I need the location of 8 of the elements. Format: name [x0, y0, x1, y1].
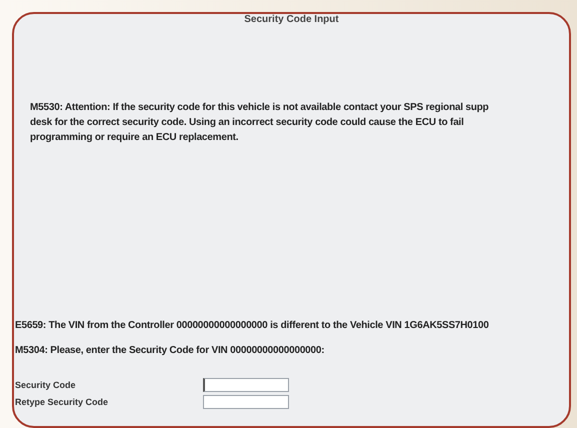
message-text: M5304: Please, enter the Security Code for VIN 00000000000000000:	[15, 344, 326, 358]
input-field[interactable]	[203, 395, 289, 409]
field-label: Security Code	[15, 380, 77, 390]
window-title: Security Code Input	[243, 14, 340, 25]
attention-message: M5530: Attention: If the security code for this vehicle is not available contact your SPS regional supp desk for the correct security code. Using an incorrect security code could cause the ECU to fail programming or require an ECU replacement.	[30, 101, 489, 145]
input-field[interactable]	[203, 378, 289, 392]
message-text: E5659: The VIN from the Controller 00000000000000000 is different to the Vehicle VIN 1G6AK5SS7H0100	[15, 319, 489, 333]
field-label: Retype Security Code	[15, 396, 110, 408]
